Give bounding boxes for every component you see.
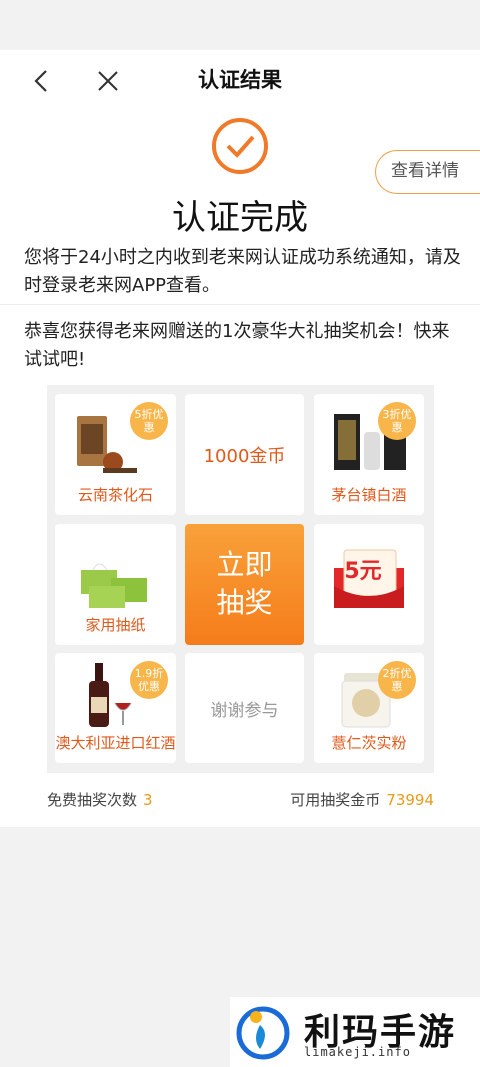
draw-button-line1: 立即 <box>216 548 273 581</box>
prize-cell-coins[interactable]: 1000金币 <box>185 394 304 515</box>
prize-label: 谢谢参与 <box>210 700 279 721</box>
prize-cell-red-envelope[interactable]: 5元 <box>314 524 424 645</box>
divider <box>0 304 480 305</box>
back-arrow-icon[interactable] <box>28 66 56 96</box>
status-bar-area <box>0 0 480 50</box>
prize-label: 5元 <box>344 558 382 584</box>
check-circle-icon <box>212 118 268 174</box>
prize-cell-powder[interactable]: 2折优惠 薏仁茨实粉 <box>314 653 424 763</box>
page-title: 认证结果 <box>198 68 282 92</box>
discount-badge: 1.9折优惠 <box>130 661 168 699</box>
coin-label: 可用抽奖金币 <box>290 791 381 809</box>
prize-label: 澳大利亚进口红酒 <box>55 734 176 752</box>
prize-cell-thanks[interactable]: 谢谢参与 <box>185 653 304 763</box>
prize-label: 云南茶化石 <box>77 486 153 504</box>
discount-badge: 3折优惠 <box>378 402 416 440</box>
prize-label: 家用抽纸 <box>85 616 146 634</box>
congrats-text: 恭喜您获得老来网赠送的1次豪华大礼抽奖机会！快来试试吧! <box>24 321 450 370</box>
prize-cell-tissue[interactable]: 家用抽纸 <box>55 524 176 645</box>
prize-label: 薏仁茨实粉 <box>331 734 407 752</box>
result-title: 认证完成 <box>172 198 308 238</box>
watermark: 利玛手游 limakeji.info <box>230 997 480 1067</box>
prize-label: 茅台镇白酒 <box>331 486 407 504</box>
discount-badge: 5折优惠 <box>130 402 168 440</box>
free-draw-value: 3 <box>143 791 153 809</box>
prize-label: 1000金币 <box>203 445 286 467</box>
prize-cell-liquor[interactable]: 3折优惠 茅台镇白酒 <box>314 394 424 515</box>
prize-cell-wine[interactable]: 1.9折优惠 澳大利亚进口红酒 <box>55 653 176 763</box>
notice-text: 您将于24小时之内收到老来网认证成功系统通知，请及时登录老来网APP查看。 <box>24 247 461 296</box>
draw-button[interactable]: 立即 抽奖 <box>185 524 304 645</box>
view-detail-button[interactable]: 查看详情 <box>375 150 480 194</box>
free-draw-count: 免费抽奖次数 3 <box>47 789 153 810</box>
available-coins: 可用抽奖金币 73994 <box>290 789 434 810</box>
nav-bar: 认证结果 <box>0 50 480 112</box>
coin-value: 73994 <box>386 791 434 809</box>
free-draw-label: 免费抽奖次数 <box>47 791 138 809</box>
watermark-subtitle: limakeji.info <box>304 1045 411 1059</box>
discount-badge: 2折优惠 <box>378 661 416 699</box>
site-logo-icon <box>236 1006 290 1060</box>
draw-button-line2: 抽奖 <box>216 586 273 619</box>
prize-cell-tea[interactable]: 5折优惠 云南茶化石 <box>55 394 176 515</box>
close-icon[interactable] <box>94 66 122 96</box>
